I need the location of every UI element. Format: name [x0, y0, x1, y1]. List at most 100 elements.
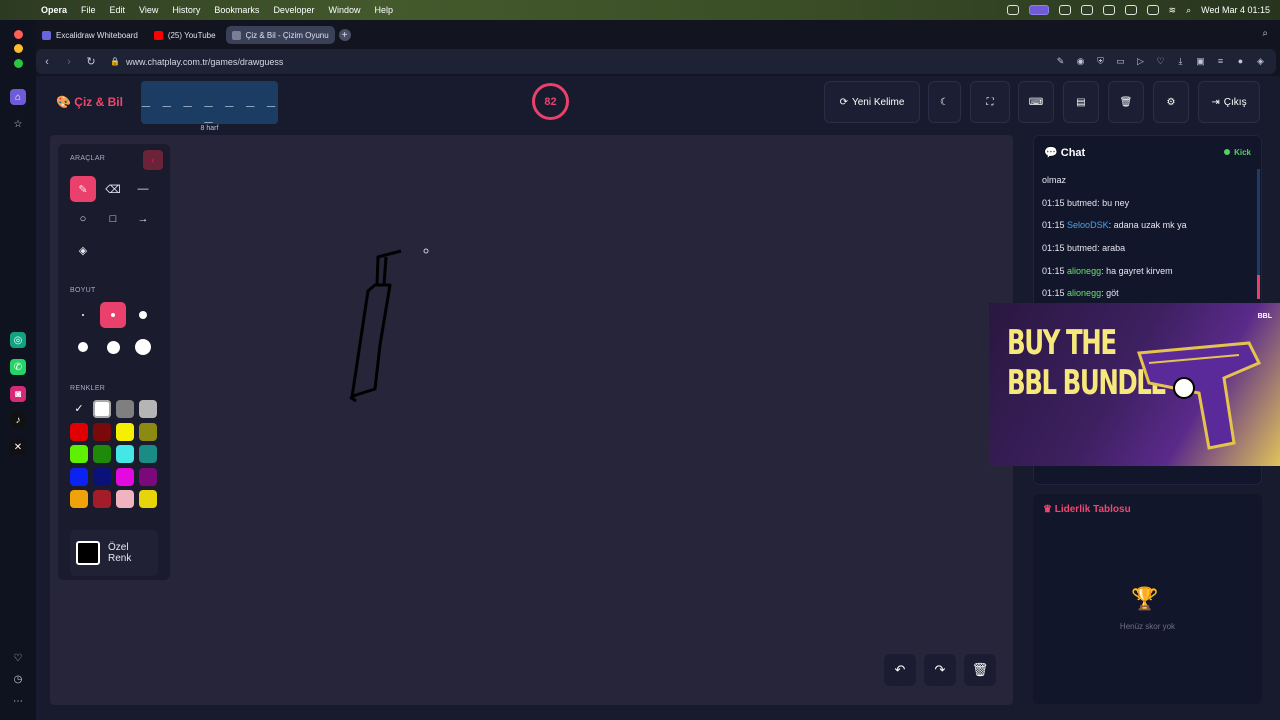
- screen-record-icon[interactable]: [1028, 5, 1049, 15]
- chat-username[interactable]: butmed: [1067, 243, 1097, 253]
- size-option[interactable]: [100, 302, 126, 328]
- profile-icon[interactable]: ●: [1235, 56, 1246, 67]
- circle-tool-button[interactable]: ○: [70, 206, 96, 232]
- color-swatch[interactable]: [93, 422, 111, 441]
- instagram-icon[interactable]: ◙: [10, 386, 26, 402]
- star-icon[interactable]: ☆: [10, 116, 26, 132]
- rectangle-tool-button[interactable]: □: [100, 206, 126, 232]
- size-option[interactable]: [100, 334, 126, 360]
- x-icon[interactable]: ✕: [10, 439, 26, 455]
- color-swatch[interactable]: [139, 445, 157, 464]
- archive-button[interactable]: ▤: [1063, 81, 1099, 123]
- menu-window[interactable]: Window: [321, 5, 367, 15]
- forward-icon[interactable]: ›: [58, 56, 80, 68]
- color-swatch[interactable]: [116, 490, 134, 509]
- zoom-window-button[interactable]: [14, 59, 23, 68]
- spotlight-search-icon[interactable]: ⌕: [1186, 5, 1191, 16]
- home-icon[interactable]: ⌂: [10, 89, 26, 105]
- color-swatch[interactable]: [93, 467, 111, 486]
- delete-button[interactable]: 🗑: [1108, 81, 1144, 123]
- size-option[interactable]: [70, 302, 96, 328]
- close-window-button[interactable]: [14, 30, 23, 39]
- fullscreen-button[interactable]: ⛶: [970, 81, 1010, 123]
- settings-button[interactable]: ⚙: [1153, 81, 1189, 123]
- color-swatch[interactable]: [93, 400, 111, 418]
- new-word-button[interactable]: ⟳ Yeni Kelime: [824, 81, 920, 123]
- extension-icon[interactable]: ▣: [1195, 56, 1206, 67]
- chat-scroll-thumb[interactable]: [1257, 275, 1260, 299]
- color-swatch[interactable]: [139, 490, 157, 509]
- menubar-clock[interactable]: Wed Mar 4 01:15: [1201, 5, 1270, 15]
- size-option[interactable]: [130, 302, 156, 328]
- clear-canvas-button[interactable]: 🗑: [964, 654, 996, 686]
- redo-button[interactable]: ↷: [924, 654, 956, 686]
- tray-icon[interactable]: [1080, 5, 1093, 15]
- color-swatch[interactable]: [139, 400, 157, 418]
- url-field[interactable]: www.chatplay.com.tr/games/drawguess: [126, 57, 283, 67]
- back-icon[interactable]: ‹: [36, 56, 58, 68]
- color-swatch-black-checkmark-icon[interactable]: ✓: [70, 400, 88, 418]
- size-option[interactable]: [130, 334, 156, 360]
- collapse-panel-button[interactable]: ‹: [143, 150, 163, 170]
- wifi-icon[interactable]: ≋: [1169, 5, 1177, 16]
- whatsapp-icon[interactable]: ✆: [10, 359, 26, 375]
- arrow-tool-button[interactable]: →: [130, 206, 156, 232]
- menu-edit[interactable]: Edit: [103, 5, 133, 15]
- custom-color-button[interactable]: Özel Renk: [70, 530, 158, 576]
- tab-excalidraw[interactable]: Excalidraw Whiteboard: [36, 26, 144, 44]
- chat-username[interactable]: alionegg: [1067, 266, 1101, 276]
- chatgpt-icon[interactable]: ◎: [10, 332, 26, 348]
- cube-icon[interactable]: ◈: [1255, 56, 1266, 67]
- color-swatch[interactable]: [139, 467, 157, 486]
- shield-icon[interactable]: ⛨: [1095, 56, 1106, 67]
- new-tab-button[interactable]: +: [338, 29, 351, 41]
- color-swatch[interactable]: [70, 467, 88, 486]
- color-swatch[interactable]: [93, 490, 111, 509]
- color-swatch[interactable]: [70, 445, 88, 464]
- tray-icon[interactable]: [1102, 5, 1115, 15]
- size-option[interactable]: [70, 334, 96, 360]
- download-icon[interactable]: ⤓: [1175, 56, 1186, 67]
- tab-search-icon[interactable]: ⌕: [1262, 28, 1268, 39]
- menu-app-name[interactable]: Opera: [34, 5, 74, 15]
- drawing-canvas[interactable]: [50, 135, 1013, 705]
- color-swatch[interactable]: [116, 445, 134, 464]
- color-swatch[interactable]: [116, 467, 134, 486]
- exit-button[interactable]: ⇥ Çıkış: [1198, 81, 1260, 123]
- chat-username[interactable]: alionegg: [1067, 288, 1101, 298]
- reload-icon[interactable]: ↻: [80, 55, 102, 68]
- fill-tool-button[interactable]: ◈: [70, 237, 96, 263]
- chat-messages[interactable]: olmaz 01:15 butmed: bu ney 01:15 SelooDSK:…: [1042, 169, 1258, 299]
- tab-cizbil[interactable]: Çiz & Bil - Çizim Oyunu: [225, 26, 335, 44]
- menu-icon[interactable]: ≡: [1215, 56, 1226, 67]
- play-icon[interactable]: ▷: [1135, 56, 1146, 67]
- keyboard-button[interactable]: ⌨: [1018, 81, 1054, 123]
- brush-tool-button[interactable]: ✎: [70, 176, 96, 202]
- history-clock-icon[interactable]: ◷: [10, 671, 26, 687]
- menu-help[interactable]: Help: [367, 5, 400, 15]
- chat-username[interactable]: butmed: [1067, 198, 1097, 208]
- menu-bookmarks[interactable]: Bookmarks: [207, 5, 266, 15]
- line-tool-button[interactable]: —: [130, 176, 156, 202]
- heart-icon[interactable]: ♡: [1155, 56, 1166, 67]
- color-swatch[interactable]: [93, 445, 111, 464]
- tab-youtube[interactable]: (25) YouTube: [148, 26, 222, 44]
- lock-icon[interactable]: 🔒: [110, 57, 120, 66]
- ad-banner[interactable]: BUY THE BBL BUNDLE BBL: [989, 303, 1280, 466]
- heart-icon[interactable]: ♡: [10, 650, 26, 666]
- tray-icon[interactable]: [1006, 5, 1019, 15]
- app-logo[interactable]: 🎨 Çiz & Bil: [56, 95, 123, 109]
- edit-icon[interactable]: ✎: [1055, 56, 1066, 67]
- undo-button[interactable]: ↶: [884, 654, 916, 686]
- menu-history[interactable]: History: [165, 5, 207, 15]
- color-swatch[interactable]: [116, 400, 134, 418]
- battery-icon[interactable]: [1146, 5, 1159, 15]
- eraser-tool-button[interactable]: ⌫: [100, 176, 126, 202]
- color-swatch[interactable]: [116, 422, 134, 441]
- more-icon[interactable]: ⋯: [10, 693, 26, 709]
- menu-file[interactable]: File: [74, 5, 103, 15]
- user-icon[interactable]: [1124, 5, 1137, 15]
- tray-icon[interactable]: [1058, 5, 1071, 15]
- dark-mode-button[interactable]: ☾: [928, 81, 961, 123]
- color-swatch[interactable]: [70, 490, 88, 509]
